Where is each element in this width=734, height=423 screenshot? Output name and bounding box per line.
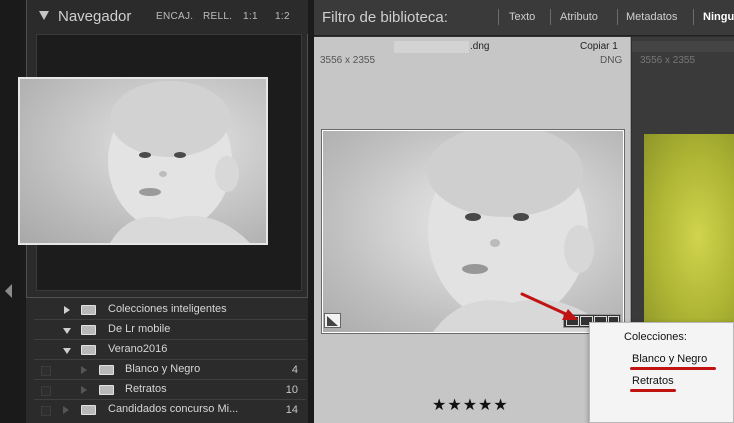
popup-item-retratos[interactable]: Retratos [632,375,674,387]
cell-dimensions: 3556 x 2355 [640,55,696,66]
filter-tab-text[interactable]: Texto [509,11,535,23]
filename-redacted [632,41,734,52]
star-rating[interactable]: ★★★★★ [432,395,509,415]
filename-redacted [394,41,469,53]
filter-tab-none[interactable]: Ningu [703,11,734,23]
library-filter-bar: Filtro de biblioteca: Texto Atributo Met… [314,0,734,36]
navigator-option-1-2[interactable]: 1:2 [275,11,290,22]
disclosure-triangle-icon [81,386,87,394]
navigator-option-fill[interactable]: RELL. [203,11,232,22]
left-panel-edge[interactable] [0,0,20,423]
popup-title: Colecciones: [624,331,687,343]
red-underline-annotation [630,367,716,370]
collection-row[interactable]: Colecciones inteligentes [26,300,308,320]
left-panel-collapse-arrow-icon[interactable] [5,284,12,298]
collection-folder-icon [81,405,96,415]
red-underline-annotation [630,389,676,392]
baby-portrait-image [108,81,250,243]
collection-label: De Lr mobile [108,323,171,335]
target-collection-checkbox[interactable] [41,386,51,396]
collection-row[interactable]: Blanco y Negro 4 [26,360,308,380]
navigator-option-1-1[interactable]: 1:1 [243,11,258,22]
collections-popup: Colecciones: Blanco y Negro Retratos [589,322,734,423]
collection-count: 4 [291,364,298,376]
library-filter-title: Filtro de biblioteca: [322,9,448,26]
navigator-option-fit[interactable]: ENCAJ. [156,11,193,22]
disclosure-triangle-icon[interactable] [63,328,71,334]
collection-set-icon [81,345,96,355]
cell-file-type: DNG [600,55,623,66]
filter-separator [550,9,551,25]
popup-item-blanco-y-negro[interactable]: Blanco y Negro [632,353,707,365]
target-collection-checkbox[interactable] [41,366,51,376]
target-collection-checkbox[interactable] [41,406,51,416]
collection-set-icon [81,305,96,315]
disclosure-triangle-icon[interactable] [63,406,69,414]
disclosure-triangle-icon[interactable] [64,306,70,314]
filter-separator [693,9,694,25]
cell-filename: .dng [470,41,490,52]
collection-label: Blanco y Negro [125,363,201,375]
navigator-header[interactable]: Navegador ENCAJ. RELL. 1:1 1:2 [27,0,309,34]
collection-count: 10 [285,384,298,396]
collection-label: Retratos [125,383,167,395]
collection-set-icon [81,325,96,335]
disclosure-triangle-icon [81,366,87,374]
filter-tab-metadata[interactable]: Metadatos [626,11,677,23]
disclosure-triangle-icon[interactable] [63,348,71,354]
virtual-copy-badge-icon[interactable] [324,313,341,328]
collection-row[interactable]: Verano2016 [26,340,308,360]
collection-label: Candidados concurso Mi... [108,403,239,415]
navigator-preview-photo[interactable] [18,77,268,245]
red-arrow-annotation-icon [520,292,578,320]
collection-count: 14 [285,404,298,416]
collection-label: Verano2016 [108,343,168,355]
grid-cell-selected[interactable]: .dng Copiar 1 3556 x 2355 DNG ★★★★★ [314,37,631,423]
collection-folder-icon [99,385,114,395]
photo-thumbnail[interactable] [644,134,734,339]
cell-copy-label: Copiar 1 [580,41,618,52]
filter-separator [617,9,618,25]
navigator-title: Navegador [58,8,132,25]
filter-tab-attribute[interactable]: Atributo [560,11,598,23]
filter-separator [498,9,499,25]
cell-dimensions: 3556 x 2355 [320,55,376,66]
collection-row[interactable]: Retratos 10 [26,380,308,400]
collections-panel: Colecciones inteligentes De Lr mobile Ve… [26,298,308,423]
disclosure-triangle-icon[interactable] [39,11,49,20]
collection-label: Colecciones inteligentes [108,303,227,315]
collection-folder-icon [99,365,114,375]
collection-row[interactable]: De Lr mobile [26,320,308,340]
collection-row[interactable]: Candidados concurso Mi... 14 [26,400,308,420]
